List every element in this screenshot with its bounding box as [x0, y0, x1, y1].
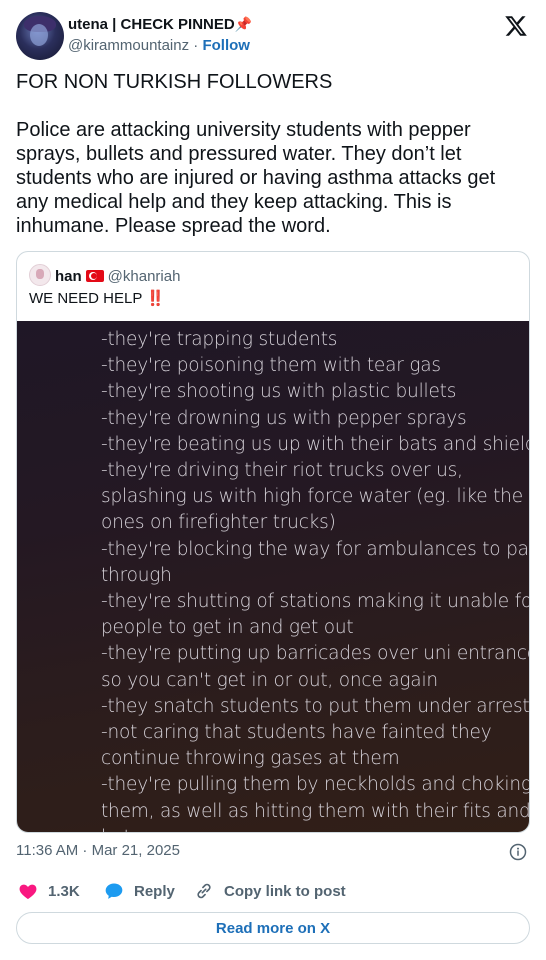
quote-header: han @khanriah [29, 264, 180, 286]
reply-bubble-icon [105, 883, 123, 899]
quote-author-handle: @khanriah [107, 268, 181, 285]
author-handle[interactable]: @kirammountainz [68, 37, 189, 54]
image-text-line: -they're drowning us with pepper sprays [101, 407, 467, 429]
author-handle-row: @kirammountainz · Follow [68, 37, 250, 54]
info-icon[interactable] [509, 843, 527, 861]
quote-text: WE NEED HELP [29, 290, 143, 307]
tweet-timestamp[interactable]: 11:36 AM · Mar 21, 2025 [16, 842, 180, 859]
tweet-text: FOR NON TURKISH FOLLOWERS Police are att… [16, 71, 496, 237]
quote-text-row: WE NEED HELP ‼️ [29, 289, 165, 307]
image-text-line: splashing us with high force water (eg. … [101, 486, 523, 508]
author-name-row[interactable]: utena | CHECK PINNED📌 [68, 16, 252, 33]
image-text-line: -they're putting up barricades over uni … [101, 643, 529, 665]
separator-dot: · [193, 37, 199, 54]
image-text-line: -they snatch students to put them under … [101, 695, 529, 717]
image-text-line: people to get in and get out [101, 617, 354, 639]
author-avatar[interactable] [16, 12, 64, 60]
image-text-line: -they're beating us up with their bats a… [101, 433, 529, 455]
image-text-line: -they're shutting of stations making it … [101, 591, 529, 613]
image-text-line: them, as well as hitting them with their… [101, 800, 529, 822]
quoted-tweet[interactable]: han @khanriah WE NEED HELP ‼️ -they're tr… [16, 251, 530, 833]
image-text-line: -they're pulling them by neckholds and c… [101, 774, 529, 796]
quote-avatar [29, 264, 51, 286]
image-text-line: -they're driving their riot trucks over … [101, 460, 463, 482]
image-text-line: -they're blocking the way for ambulances… [101, 538, 529, 560]
double-exclamation-icon: ‼️ [146, 290, 165, 307]
like-count: 1.3K [48, 882, 80, 900]
turkey-flag-icon [85, 270, 104, 282]
image-text-line: ones on firefighter trucks) [101, 512, 336, 534]
link-icon [197, 883, 211, 899]
image-text-line: through [101, 564, 172, 586]
pin-icon: 📌 [234, 16, 253, 32]
quote-image[interactable]: -they're trapping students -they're poiso… [17, 321, 529, 832]
x-logo-icon[interactable] [504, 14, 528, 38]
image-text-line: bats [101, 825, 521, 832]
tweet-actions: 1.3K Reply Copy link to post [16, 881, 530, 903]
image-text-line: so you can't get in or out, once again [101, 669, 438, 691]
copy-link-button[interactable]: Copy link to post [194, 881, 346, 901]
like-button[interactable]: 1.3K [18, 881, 80, 901]
heart-icon [19, 884, 37, 899]
tweet-header: utena | CHECK PINNED📌 @kirammountainz · … [16, 12, 530, 60]
quote-image-text: -they're trapping students -they're poiso… [101, 327, 529, 832]
reply-label: Reply [134, 882, 175, 900]
quote-author-name: han [55, 268, 82, 285]
reply-button[interactable]: Reply [104, 881, 175, 901]
image-text-line: -they're poisoning them with tear gas [101, 355, 441, 377]
copy-link-label: Copy link to post [224, 882, 346, 900]
image-text-line: continue throwing gases at them [101, 748, 400, 770]
author-display-name[interactable]: utena | CHECK PINNED [68, 16, 235, 33]
image-text-line: -they're trapping students [101, 329, 338, 350]
image-text-line: -they're shooting us with plastic bullet… [101, 381, 457, 403]
read-more-button[interactable]: Read more on X [16, 912, 530, 944]
follow-button[interactable]: Follow [202, 37, 250, 54]
image-text-line: -not caring that students have fainted t… [101, 722, 492, 744]
